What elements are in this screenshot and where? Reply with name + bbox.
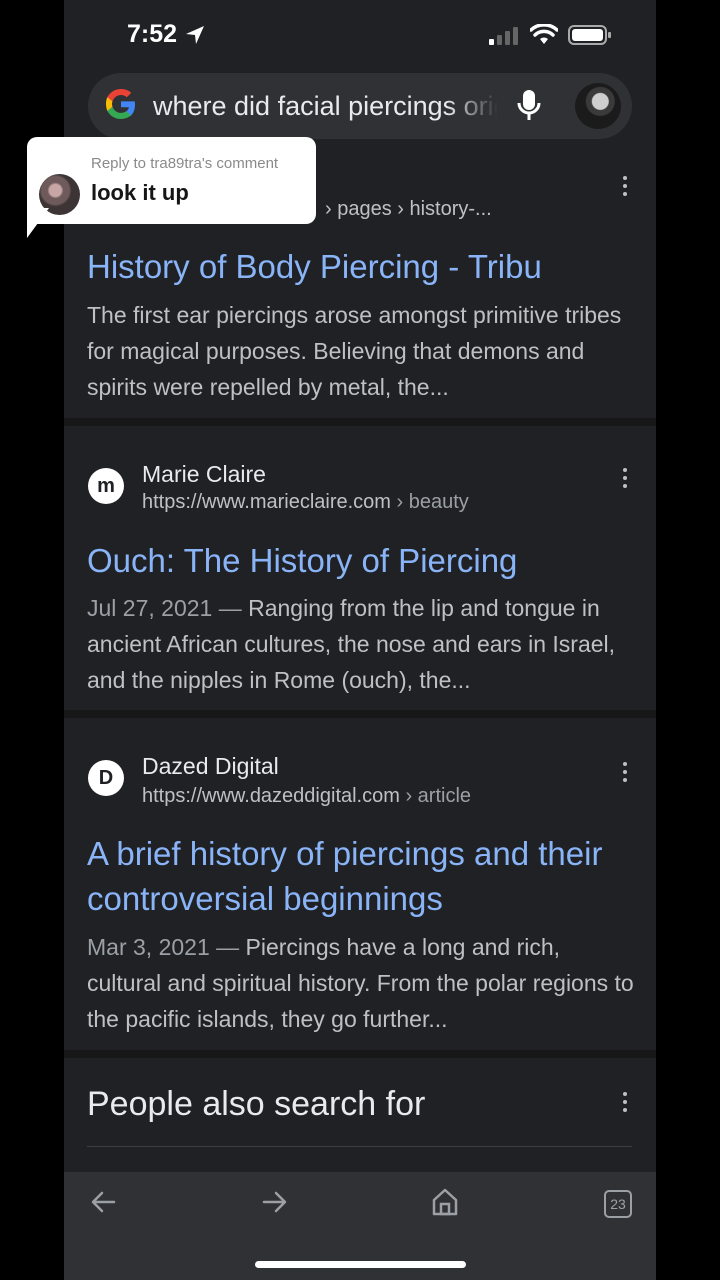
- back-arrow-icon[interactable]: [90, 1186, 118, 1218]
- card-separator: [64, 418, 656, 426]
- result-title-link[interactable]: Ouch: The History of Piercing: [87, 538, 632, 583]
- more-options-icon[interactable]: [622, 1092, 628, 1116]
- reply-subtitle: Reply to tra89tra's comment: [91, 155, 279, 172]
- location-arrow-icon: [186, 26, 204, 44]
- result-snippet: Jul 27, 2021 — Ranging from the lip and …: [87, 595, 616, 693]
- comment-reply-bubble[interactable]: Reply to tra89tra's comment look it up: [27, 137, 316, 224]
- cellular-signal-icon: [489, 27, 518, 45]
- result-url-crumb: › pages › history-...: [325, 198, 492, 220]
- more-options-icon[interactable]: [622, 762, 628, 786]
- comment-text: look it up: [91, 180, 189, 205]
- status-bar: 7:52: [64, 0, 656, 70]
- card-separator: [64, 710, 656, 718]
- home-indicator[interactable]: [255, 1261, 466, 1268]
- section-heading: People also search for: [87, 1085, 426, 1123]
- home-icon[interactable]: [431, 1186, 459, 1218]
- result-site-name[interactable]: Dazed Digital: [142, 753, 279, 780]
- divider: [87, 1146, 632, 1147]
- microphone-icon[interactable]: [516, 88, 542, 122]
- card-separator: [64, 1050, 656, 1058]
- google-logo-icon: [106, 89, 135, 119]
- search-input[interactable]: where did facial piercings originate: [153, 91, 498, 122]
- search-bar[interactable]: where did facial piercings originate: [88, 73, 632, 139]
- result-site-name[interactable]: Marie Claire: [142, 461, 266, 488]
- battery-icon: [568, 25, 611, 45]
- status-time: 7:52: [127, 20, 178, 48]
- forward-arrow-icon[interactable]: [260, 1186, 288, 1218]
- result-snippet: The first ear piercings arose amongst pr…: [87, 302, 622, 400]
- bubble-tail: [27, 208, 49, 238]
- result-url[interactable]: https://www.marieclaire.com › beauty: [142, 491, 469, 514]
- marieclaire-favicon-icon: m: [88, 468, 124, 504]
- result-snippet: Mar 3, 2021 — Piercings have a long and …: [87, 934, 634, 1032]
- wifi-icon: [530, 24, 558, 44]
- account-avatar[interactable]: [575, 83, 621, 129]
- result-url[interactable]: https://www.dazeddigital.com › article: [142, 785, 471, 808]
- result-title-link[interactable]: History of Body Piercing - Tribu: [87, 244, 632, 289]
- dazeddigital-favicon-icon: D: [88, 760, 124, 796]
- more-options-icon[interactable]: [622, 176, 628, 200]
- search-result: D Dazed Digital https://www.dazeddigital…: [64, 718, 656, 1050]
- result-title-link[interactable]: A brief history of piercings and their c…: [87, 831, 632, 921]
- more-options-icon[interactable]: [622, 468, 628, 492]
- tabs-count-button[interactable]: 23: [604, 1190, 632, 1218]
- search-result: m Marie Claire https://www.marieclaire.c…: [64, 426, 656, 710]
- people-also-search-section: People also search for: [64, 1058, 656, 1172]
